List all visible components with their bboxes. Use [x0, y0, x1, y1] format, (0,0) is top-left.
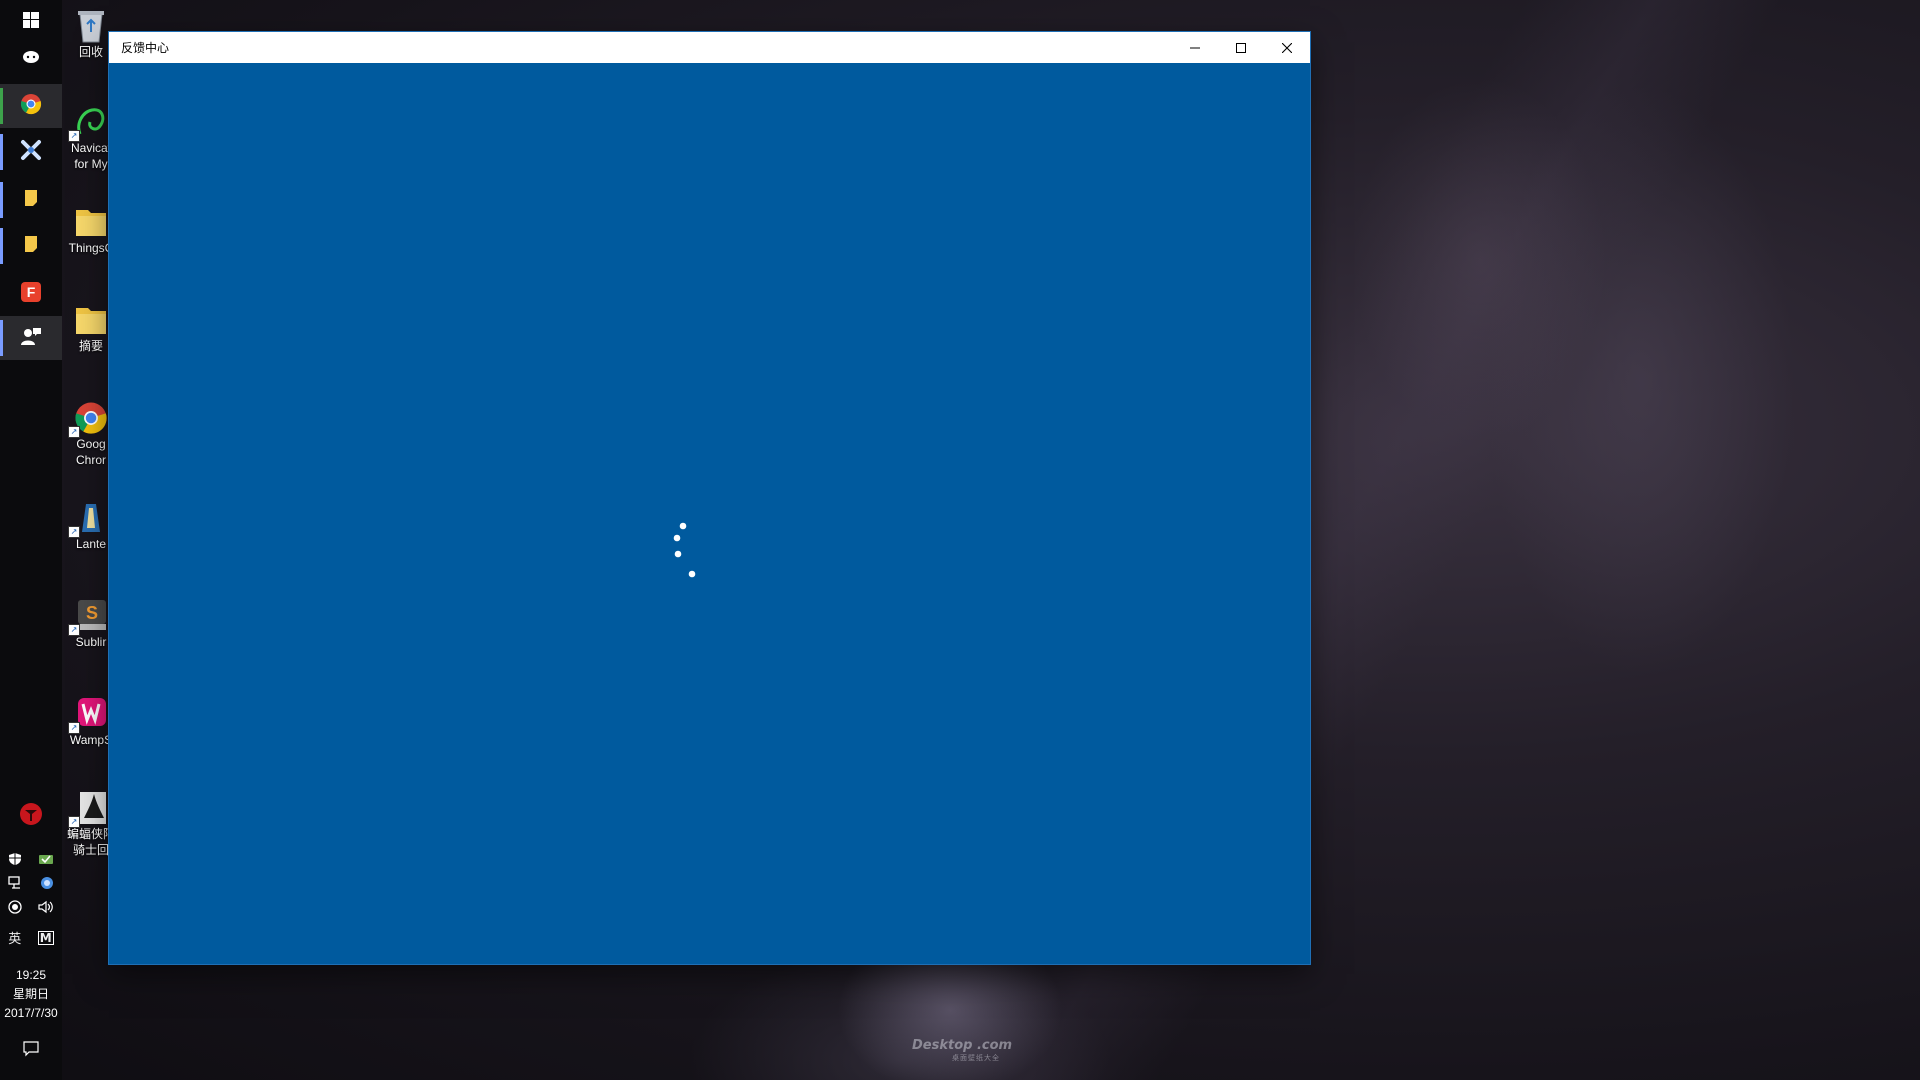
loading-spinner — [673, 522, 696, 578]
minimize-button[interactable] — [1172, 32, 1218, 63]
taskbar-clock[interactable]: 19:25 星期日 2017/7/30 — [0, 966, 62, 1023]
running-indicator — [0, 134, 3, 170]
taskbar-feedback-hub[interactable] — [0, 316, 62, 360]
volume-icon[interactable] — [38, 900, 54, 917]
minimize-icon — [1190, 38, 1200, 57]
clock-date: 2017/7/30 — [4, 1006, 58, 1020]
spinner-dot — [673, 534, 681, 542]
crossed-tools-icon — [20, 139, 42, 165]
running-indicator — [0, 182, 3, 218]
recycle-bin-icon — [74, 8, 108, 44]
taskbar: F 英 M 19:25 星期日 2017/7/30 — [0, 0, 62, 1080]
window-content — [109, 63, 1310, 964]
folder-icon — [74, 204, 108, 240]
taskbar-tools-app[interactable] — [0, 130, 62, 174]
chat-bubble-icon — [22, 50, 40, 70]
spinner-dot — [679, 522, 687, 530]
svg-text:F: F — [27, 284, 36, 300]
tray-row-ime: 英 M — [0, 928, 62, 947]
network-icon[interactable] — [8, 876, 24, 893]
window-titlebar[interactable]: 反馈中心 — [109, 32, 1310, 63]
shortcut-arrow-icon: ↗ — [68, 526, 80, 538]
tray-row-1 — [0, 852, 62, 869]
taskbar-sticky-1[interactable] — [0, 178, 62, 222]
spinner-dot — [674, 550, 682, 558]
clock-weekday: 星期日 — [12, 987, 49, 1001]
taskbar-chrome[interactable] — [0, 84, 62, 128]
running-indicator — [0, 320, 3, 356]
sublime-icon: S ↗ — [68, 598, 108, 636]
record-icon[interactable] — [8, 900, 22, 917]
notification-icon — [23, 1041, 39, 1061]
window-title: 反馈中心 — [121, 41, 170, 55]
spinner-dot — [688, 570, 696, 578]
maximize-button[interactable] — [1218, 32, 1264, 63]
shield-icon[interactable] — [8, 852, 22, 869]
feedback-hub-window: 反馈中心 — [109, 32, 1310, 964]
taskbar-foxit[interactable]: F — [0, 272, 62, 316]
shortcut-arrow-icon: ↗ — [68, 130, 80, 142]
red-circle-app-icon — [19, 802, 43, 830]
tray-row-2 — [0, 876, 62, 893]
close-icon — [1281, 38, 1293, 57]
shortcut-arrow-icon: ↗ — [68, 816, 80, 828]
svg-text:S: S — [86, 603, 98, 623]
close-button[interactable] — [1264, 32, 1310, 63]
wampserver-icon: ↗ — [68, 696, 108, 734]
browser-tray-icon[interactable] — [40, 876, 54, 893]
ime-language-indicator[interactable]: 英 — [8, 928, 21, 947]
wallpaper-watermark: Desktop .com 桌面壁纸大全 — [912, 1038, 1013, 1062]
ime-mode-indicator[interactable]: M — [37, 930, 54, 945]
lantern-icon: ↗ — [68, 500, 108, 538]
chrome-icon: ↗ — [68, 400, 108, 438]
shortcut-arrow-icon: ↗ — [68, 722, 80, 734]
sticky-note-icon — [24, 235, 38, 257]
tray-app-button[interactable] — [0, 794, 62, 838]
tray-row-3 — [0, 900, 62, 917]
navicat-icon: ↗ — [68, 104, 108, 142]
taskbar-chat-app[interactable] — [0, 38, 62, 82]
folder-icon — [74, 302, 108, 338]
action-center-button[interactable] — [0, 1036, 62, 1066]
windows-logo-icon — [23, 12, 39, 32]
security-check-icon[interactable] — [38, 853, 54, 868]
chrome-icon — [20, 93, 42, 119]
feedback-person-icon — [20, 325, 42, 351]
running-indicator — [0, 88, 3, 124]
shortcut-arrow-icon: ↗ — [68, 426, 80, 438]
shortcut-arrow-icon: ↗ — [68, 624, 80, 636]
foxit-f-icon: F — [20, 281, 42, 307]
batman-game-icon: ↗ — [68, 790, 108, 828]
maximize-icon — [1236, 38, 1246, 57]
sticky-note-icon — [24, 189, 38, 211]
taskbar-sticky-2[interactable] — [0, 224, 62, 268]
clock-time: 19:25 — [15, 968, 47, 982]
running-indicator — [0, 228, 3, 264]
